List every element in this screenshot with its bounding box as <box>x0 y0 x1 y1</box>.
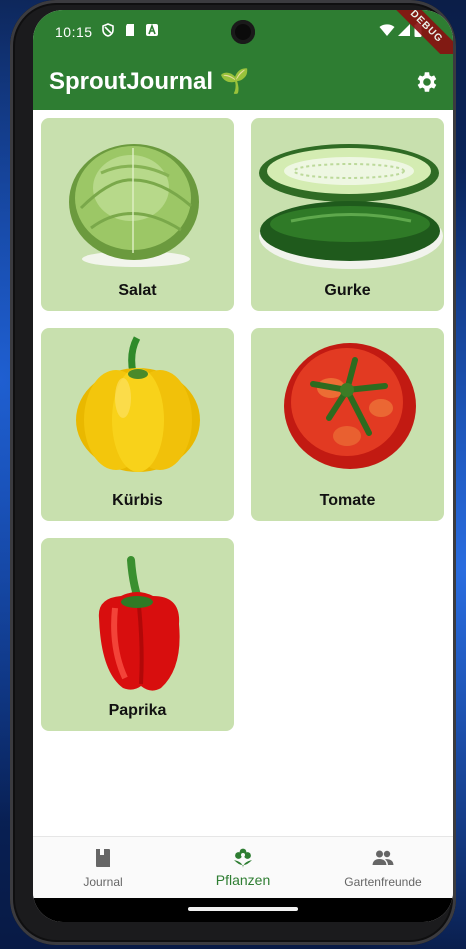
status-bar: 10:15 DEBUG <box>33 10 453 73</box>
plant-name: Kürbis <box>112 492 163 509</box>
cucumber-image <box>259 144 443 269</box>
nav-pflanzen[interactable]: Pflanzen <box>173 837 313 899</box>
lettuce-image <box>69 144 199 267</box>
plant-name: Paprika <box>108 702 167 719</box>
wifi-icon <box>379 24 395 36</box>
nav-label-journal: Journal <box>83 875 123 889</box>
app-title: SproutJournal 🌱 <box>49 68 250 95</box>
notification-a-icon <box>146 23 158 36</box>
plant-name: Tomate <box>319 492 376 509</box>
app-bar: SproutJournal 🌱 <box>33 54 453 110</box>
cell-signal-icon <box>398 24 410 36</box>
plant-card-gurke[interactable]: Gurke <box>251 118 444 311</box>
nav-gartenfreunde[interactable]: Gartenfreunde <box>313 837 453 899</box>
nav-journal[interactable]: Journal <box>33 837 173 899</box>
settings-gear-icon[interactable] <box>413 69 439 95</box>
people-icon <box>372 850 394 865</box>
front-camera <box>231 20 255 44</box>
tomato-image <box>284 343 416 469</box>
flower-icon <box>234 848 252 868</box>
home-gesture-bar[interactable] <box>188 907 298 911</box>
sd-card-icon <box>126 24 134 36</box>
plant-card-tomate[interactable]: Tomate <box>251 328 444 521</box>
system-gesture-area <box>33 898 453 922</box>
pumpkin-image <box>76 336 200 472</box>
plant-name: Gurke <box>324 282 371 299</box>
book-icon <box>96 849 110 867</box>
nav-label-gartenfreunde: Gartenfreunde <box>344 875 422 889</box>
bottom-navigation: Journal Pflanzen Gartenfreunde <box>33 836 453 899</box>
nav-label-pflanzen: Pflanzen <box>215 872 271 888</box>
plant-name: Salat <box>118 282 157 299</box>
bell-pepper-image <box>98 556 180 691</box>
app-screen: 10:15 DEBUG SproutJournal 🌱 Salat Gurke … <box>33 10 453 922</box>
vpn-shield-icon <box>102 23 114 37</box>
plant-card-paprika[interactable]: Paprika <box>41 538 234 731</box>
phone-frame: 10:15 DEBUG SproutJournal 🌱 Salat Gurke … <box>10 0 456 945</box>
plant-card-salat[interactable]: Salat <box>41 118 234 311</box>
plant-card-kuerbis[interactable]: Kürbis <box>41 328 234 521</box>
status-time: 10:15 <box>55 24 93 40</box>
